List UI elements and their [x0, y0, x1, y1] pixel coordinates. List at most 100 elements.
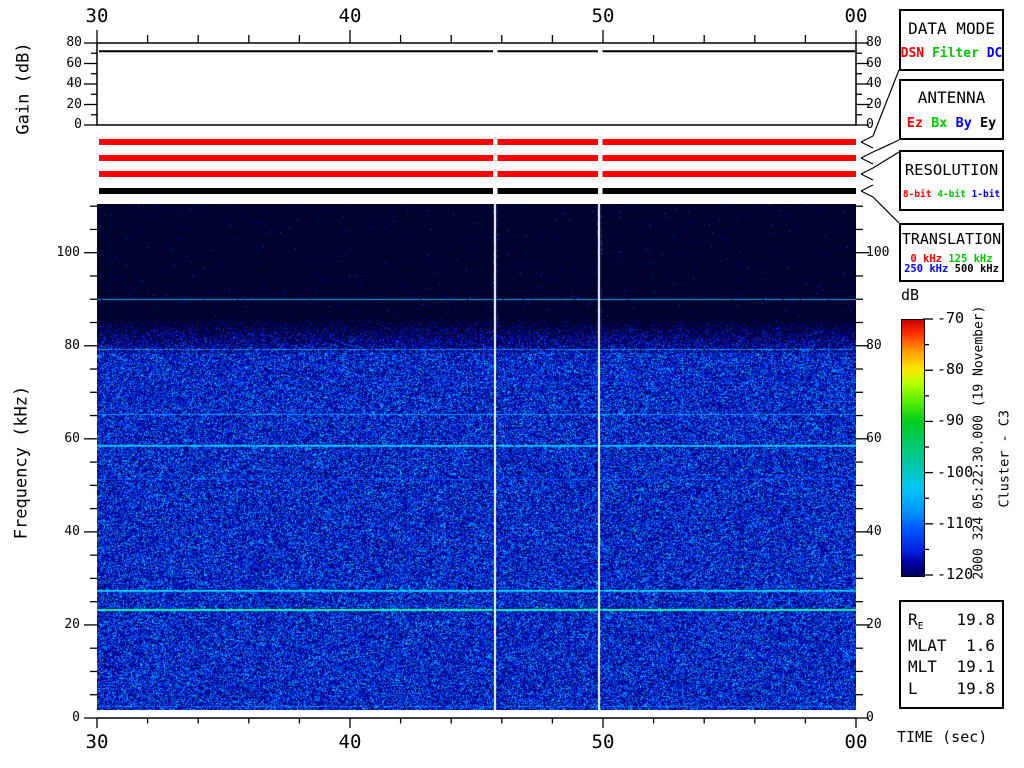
orbit-row-l: L 19.8 — [908, 681, 995, 697]
time-tick-top: 30 — [85, 5, 109, 27]
line — [860, 190, 874, 198]
translation-values-row2: 250 kHz 500 kHz — [904, 263, 999, 275]
time-axis-title: TIME (sec) — [897, 728, 988, 746]
orbit-row-mlt: MLT 19.1 — [908, 659, 995, 675]
orbit-parameters-box: RE 19.8 MLAT 1.6 MLT 19.1 L 19.8 — [899, 600, 1004, 709]
freq-tick-right: 40 — [866, 523, 882, 539]
colorbar-tick: -120 — [937, 565, 974, 583]
gain-tick-right: 40 — [866, 76, 882, 91]
status-bars — [99, 136, 856, 196]
line — [872, 196, 900, 224]
resolution-title: RESOLUTION — [904, 161, 999, 180]
time-tick-bottom: 00 — [844, 731, 868, 753]
freq-tick-left: 60 — [64, 430, 80, 446]
orbit-label-re: RE — [908, 609, 924, 632]
freq-tick-left: 20 — [64, 616, 80, 632]
freq-tick-left: 0 — [72, 710, 80, 725]
legend-value: 4-bit — [937, 188, 966, 200]
gain-tick-left: 80 — [66, 35, 82, 50]
time-tick-bottom: 30 — [85, 731, 109, 753]
wbd-spectrogram-display: dB Gain (dB) Frequency (kHz) 2000 324 05… — [0, 0, 1024, 768]
data-mode-box: DATA MODE DSN Filter DC — [899, 9, 1004, 71]
gain-tick-right: 20 — [866, 96, 882, 112]
orbit-value-mlt: 19.1 — [956, 657, 995, 677]
antenna-bar — [99, 155, 856, 161]
translation-box: TRANSLATION 0 kHz 125 kHz 250 kHz 500 kH… — [899, 223, 1004, 282]
gain-axis-title: Gain (dB) — [13, 42, 34, 135]
freq-tick-right: 20 — [866, 616, 882, 632]
colorbar-tick: -80 — [937, 360, 965, 379]
line — [872, 139, 900, 153]
colorbar-tick: -110 — [937, 513, 974, 532]
antenna-title: ANTENNA — [917, 88, 986, 108]
orbit-value-mlat: 1.6 — [966, 635, 995, 655]
time-tick-bottom: 50 — [591, 731, 615, 753]
orbit-label-mlt: MLT — [908, 657, 937, 677]
gain-plot-frame — [96, 42, 857, 126]
orbit-value-re: 19.8 — [956, 609, 995, 629]
freq-tick-left: 80 — [64, 337, 80, 353]
gain-tick-right: 60 — [866, 55, 882, 71]
orbit-label-l: L — [908, 679, 918, 699]
legend-value: Filter — [931, 46, 979, 61]
legend-value: 500 kHz — [954, 263, 999, 276]
line — [860, 173, 874, 181]
gain-tick-right: 0 — [866, 117, 874, 132]
legend-value: DC — [986, 46, 1003, 61]
orbit-row-mlat: MLAT 1.6 — [908, 635, 995, 655]
colorbar-units-label: dB — [901, 286, 920, 304]
line — [860, 167, 874, 175]
timestamp-vertical-label: 2000 324 05:22:30.000 (19 November) — [971, 305, 987, 580]
legend-value: By — [955, 114, 972, 131]
freq-tick-left: 40 — [64, 523, 80, 539]
freq-tick-right: 80 — [866, 337, 882, 353]
data-mode-bar — [99, 139, 856, 145]
translation-bar — [99, 188, 856, 194]
frequency-axis-title: Frequency (kHz) — [11, 385, 32, 540]
line — [872, 151, 900, 169]
legend-value: Bx — [931, 114, 948, 131]
translation-title: TRANSLATION — [901, 229, 1002, 248]
colorbar-tick: -70 — [937, 309, 965, 327]
rect — [96, 42, 857, 126]
gain-tick-right: 80 — [866, 35, 882, 50]
colorbar — [901, 319, 925, 577]
freq-tick-right: 100 — [866, 244, 890, 260]
gain-tick-left: 60 — [66, 55, 82, 71]
resolution-bar — [99, 171, 856, 177]
freq-tick-right: 60 — [866, 430, 882, 446]
line — [860, 141, 874, 149]
orbit-row-re: RE 19.8 — [908, 609, 995, 632]
time-tick-bottom: 40 — [338, 731, 362, 753]
antenna-box: ANTENNA Ez Bx By Ey — [899, 79, 1004, 140]
legend-value: Ey — [979, 114, 997, 131]
data-mode-values: DSN Filter DC — [901, 46, 1003, 61]
time-tick-top: 40 — [338, 5, 362, 27]
legend-value: DSN — [900, 46, 925, 61]
line — [860, 135, 874, 143]
legend-value: 250 kHz — [904, 263, 949, 276]
time-tick-top: 50 — [591, 5, 615, 27]
orbit-value-l: 19.8 — [956, 679, 995, 699]
line — [860, 151, 874, 159]
legend-value: 8-bit — [902, 188, 932, 200]
rect — [598, 136, 603, 196]
antenna-values: Ez Bx By Ey — [907, 115, 996, 131]
legend-callout-lines — [860, 69, 900, 224]
gain-tick-left: 20 — [66, 96, 82, 112]
colorbar-tick: -90 — [937, 411, 965, 430]
legend-value: Ez — [906, 114, 924, 131]
legend-value: 1-bit — [971, 188, 1001, 200]
gain-tick-left: 0 — [74, 117, 82, 132]
rect — [493, 136, 498, 196]
colorbar-tick: -100 — [937, 462, 974, 481]
resolution-values: 8-bit 4-bit 1-bit — [903, 189, 1000, 200]
data-mode-title: DATA MODE — [908, 19, 995, 38]
time-tick-top: 00 — [844, 5, 868, 27]
orbit-label-mlat: MLAT — [908, 635, 947, 655]
resolution-box: RESOLUTION 8-bit 4-bit 1-bit — [899, 150, 1004, 211]
freq-tick-left: 100 — [56, 244, 80, 260]
freq-tick-right: 0 — [866, 710, 874, 725]
axis-ticks — [84, 30, 933, 728]
gain-tick-left: 40 — [66, 76, 82, 91]
